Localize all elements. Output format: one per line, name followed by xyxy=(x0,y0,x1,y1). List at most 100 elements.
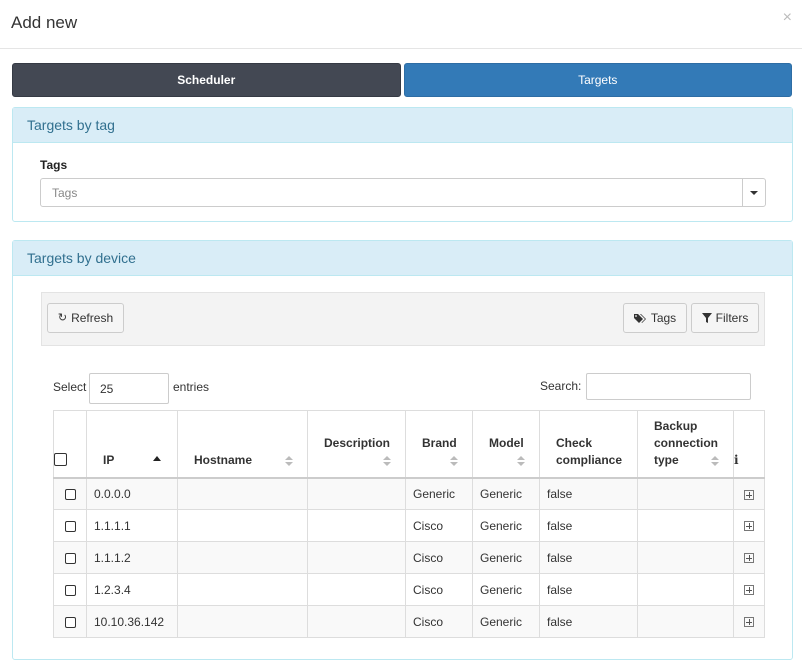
cell-brand: Cisco xyxy=(405,509,473,542)
row-expand-cell[interactable] xyxy=(733,573,765,606)
tags-dropdown-toggle[interactable] xyxy=(742,179,765,206)
cell-backup-type xyxy=(637,573,734,606)
search-input[interactable] xyxy=(586,373,751,400)
column-header-backup-type[interactable]: Backup connection type xyxy=(637,410,734,479)
row-checkbox[interactable] xyxy=(64,616,76,628)
info-icon: i xyxy=(734,452,739,467)
column-header-info: i xyxy=(733,410,765,479)
tags-icon xyxy=(633,313,646,323)
sort-icon xyxy=(285,455,293,466)
row-expand-cell[interactable] xyxy=(733,509,765,542)
refresh-button-label: Refresh xyxy=(71,311,114,325)
length-suffix: entries xyxy=(173,380,210,394)
row-checkbox[interactable] xyxy=(64,489,76,501)
cell-backup-type xyxy=(637,509,734,542)
cell-ip: 10.10.36.142 xyxy=(86,605,178,638)
filters-button-label: Filters xyxy=(715,311,749,325)
column-header-check-compliance[interactable]: Check compliance xyxy=(539,410,638,479)
row-select-cell[interactable] xyxy=(53,605,87,638)
column-label-model: Model xyxy=(489,435,524,450)
cell-model: Generic xyxy=(472,541,540,574)
table-header-row: IP Hostname Description Brand Model Chec… xyxy=(53,410,765,479)
row-checkbox[interactable] xyxy=(64,552,76,564)
tags-label: Tags xyxy=(40,158,68,172)
targets-by-device-heading: Targets by device xyxy=(13,241,792,276)
cell-ip: 1.1.1.2 xyxy=(86,541,178,574)
refresh-icon: ↻ xyxy=(57,311,68,324)
sort-icon xyxy=(383,455,391,466)
table-row[interactable]: 0.0.0.0 Generic Generic false xyxy=(53,477,765,510)
tab-scheduler[interactable]: Scheduler xyxy=(12,63,401,97)
filter-icon xyxy=(701,313,712,323)
sort-icon xyxy=(450,455,458,466)
column-header-description[interactable]: Description xyxy=(307,410,406,479)
row-select-cell[interactable] xyxy=(53,573,87,606)
row-select-cell[interactable] xyxy=(53,477,87,510)
plus-square-icon[interactable] xyxy=(744,521,754,532)
tab-targets[interactable]: Targets xyxy=(403,63,792,97)
targets-by-tag-heading: Targets by tag xyxy=(13,108,792,143)
cell-hostname xyxy=(177,573,308,606)
devices-table: IP Hostname Description Brand Model Chec… xyxy=(53,410,765,638)
search-label: Search: xyxy=(540,379,582,393)
plus-square-icon[interactable] xyxy=(744,617,754,628)
column-header-model[interactable]: Model xyxy=(472,410,540,479)
column-label-hostname: Hostname xyxy=(194,452,253,467)
row-expand-cell[interactable] xyxy=(733,477,765,510)
tags-placeholder: Tags xyxy=(52,186,78,200)
cell-brand: Generic xyxy=(405,477,473,510)
cell-check-compliance: false xyxy=(539,541,638,574)
cell-check-compliance: false xyxy=(539,605,638,638)
column-label-ip: IP xyxy=(103,452,115,467)
tab-bar: Scheduler Targets xyxy=(12,63,792,97)
cell-brand: Cisco xyxy=(405,541,473,574)
cell-ip: 0.0.0.0 xyxy=(86,477,178,510)
cell-brand: Cisco xyxy=(405,605,473,638)
column-header-hostname[interactable]: Hostname xyxy=(177,410,308,479)
column-label-backup-line2: connection xyxy=(654,435,719,450)
cell-check-compliance: false xyxy=(539,477,638,510)
select-all-header[interactable] xyxy=(53,410,87,479)
cell-backup-type xyxy=(637,605,734,638)
column-label-check-compliance-line1: Check xyxy=(556,435,593,450)
cell-model: Generic xyxy=(472,477,540,510)
row-expand-cell[interactable] xyxy=(733,605,765,638)
table-row[interactable]: 10.10.36.142 Cisco Generic false xyxy=(53,605,765,638)
cell-ip: 1.1.1.1 xyxy=(86,509,178,542)
plus-square-icon[interactable] xyxy=(744,585,754,596)
column-header-brand[interactable]: Brand xyxy=(405,410,473,479)
cell-model: Generic xyxy=(472,573,540,606)
row-select-cell[interactable] xyxy=(53,541,87,574)
plus-square-icon[interactable] xyxy=(744,489,754,500)
table-row[interactable]: 1.1.1.1 Cisco Generic false xyxy=(53,509,765,542)
tags-button-label: Tags xyxy=(650,311,677,325)
row-checkbox[interactable] xyxy=(64,584,76,596)
cell-hostname xyxy=(177,509,308,542)
targets-by-device-panel: Targets by device ↻ Refresh Tags Filters… xyxy=(12,240,793,660)
cell-backup-type xyxy=(637,541,734,574)
row-select-cell[interactable] xyxy=(53,509,87,542)
select-all-checkbox[interactable] xyxy=(54,452,67,466)
targets-by-tag-panel: Targets by tag Tags Tags xyxy=(12,107,793,222)
cell-description xyxy=(307,605,406,638)
row-expand-cell[interactable] xyxy=(733,541,765,574)
device-toolbar: ↻ Refresh Tags Filters xyxy=(41,292,765,346)
close-icon[interactable]: × xyxy=(783,9,792,27)
table-row[interactable]: 1.1.1.2 Cisco Generic false xyxy=(53,541,765,574)
tags-select[interactable]: Tags xyxy=(40,178,766,207)
row-checkbox[interactable] xyxy=(64,520,76,532)
length-prefix: Select xyxy=(53,380,87,394)
column-label-check-compliance-line2: compliance xyxy=(556,452,623,467)
entries-length-input[interactable] xyxy=(89,373,169,404)
table-row[interactable]: 1.2.3.4 Cisco Generic false xyxy=(53,573,765,606)
caret-down-icon xyxy=(750,190,758,195)
plus-square-icon[interactable] xyxy=(744,553,754,564)
cell-hostname xyxy=(177,541,308,574)
cell-description xyxy=(307,541,406,574)
tags-button[interactable]: Tags xyxy=(623,303,687,333)
filters-button[interactable]: Filters xyxy=(691,303,759,333)
refresh-button[interactable]: ↻ Refresh xyxy=(47,303,124,333)
column-label-backup-line1: Backup xyxy=(654,418,698,433)
sort-ascending-icon xyxy=(153,455,161,461)
column-header-ip[interactable]: IP xyxy=(86,410,178,479)
